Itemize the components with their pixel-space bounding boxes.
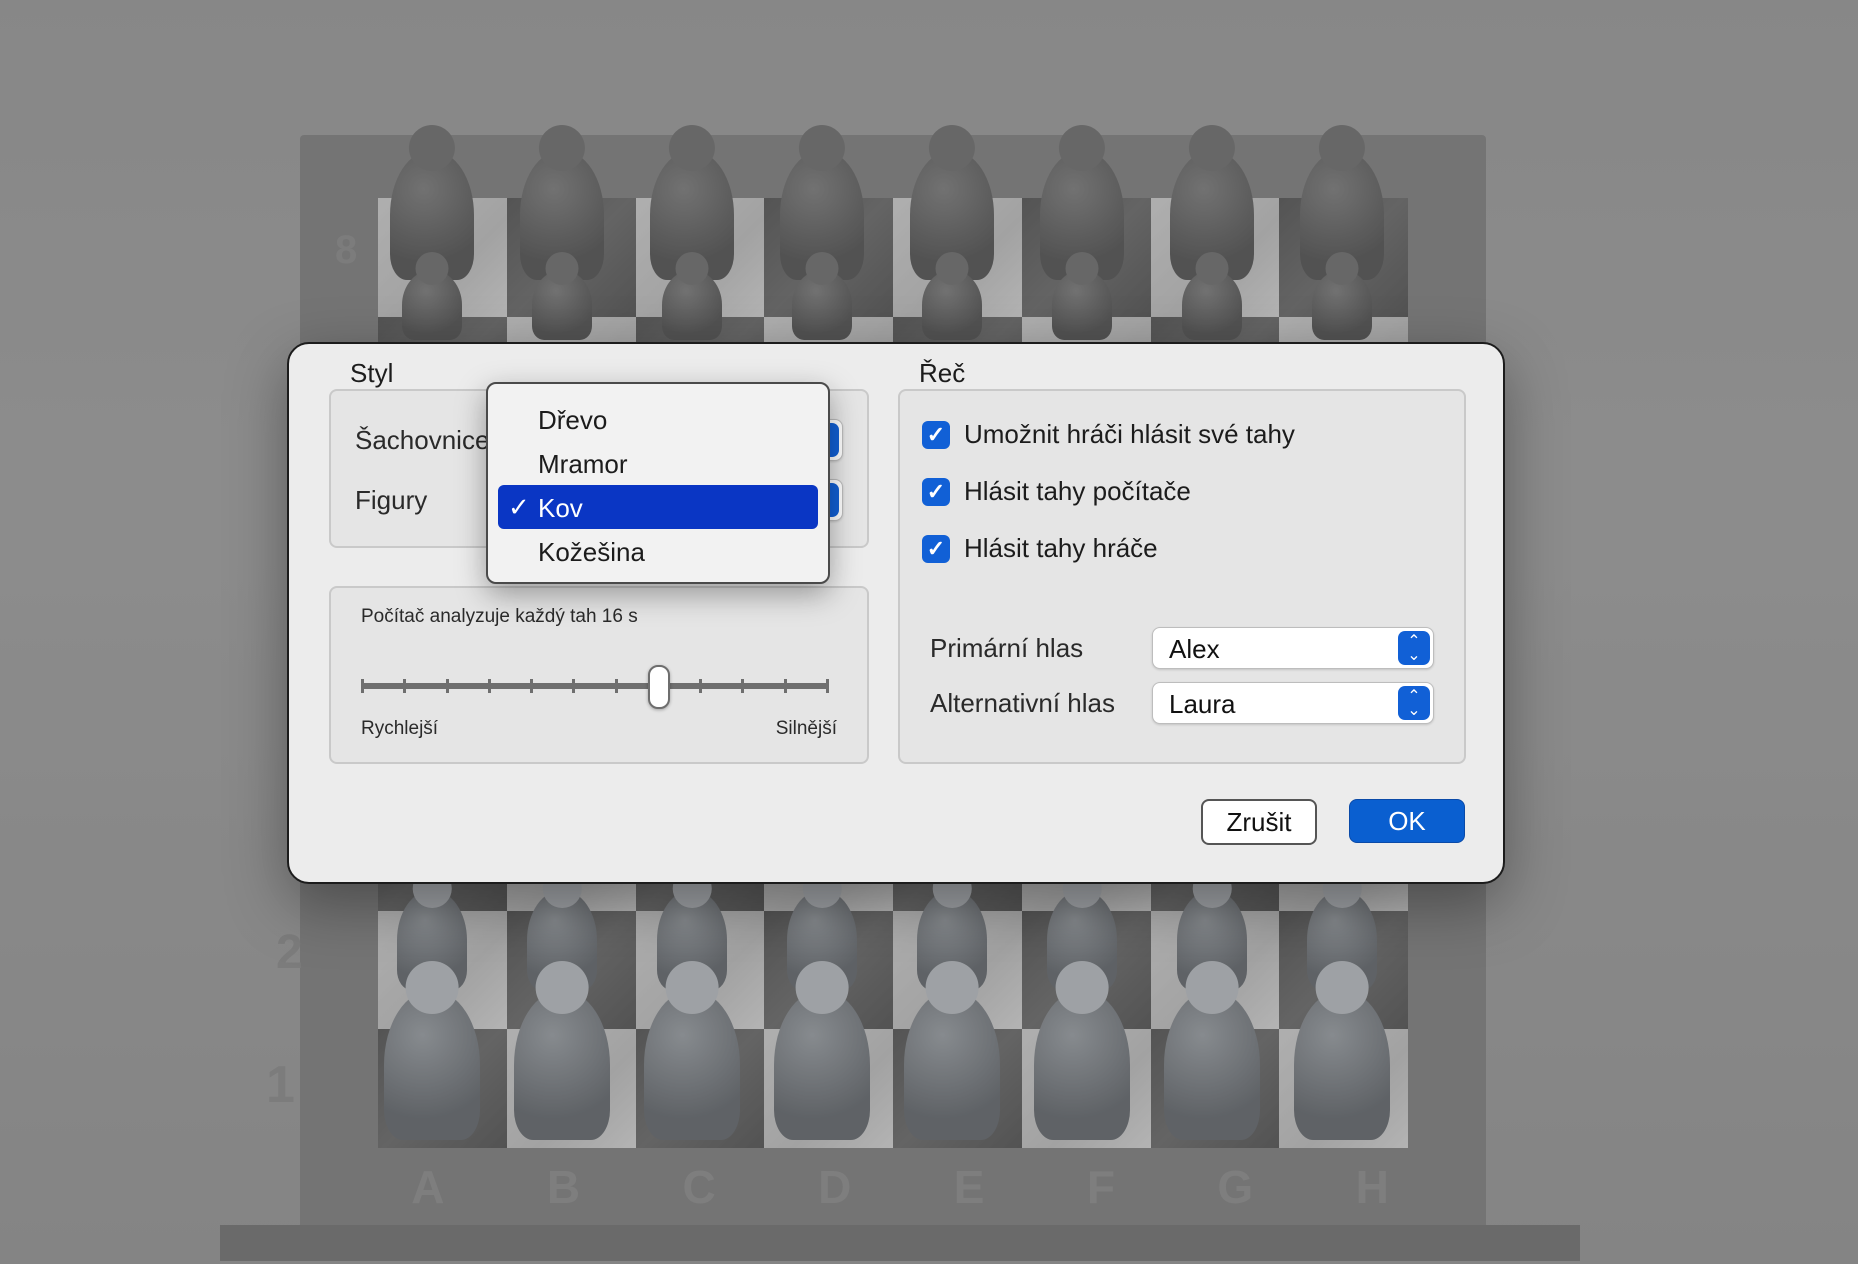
analysis-group: Počítač analyzuje každý tah 16 s Rychlej… — [329, 586, 869, 764]
menu-item-label: Kov — [538, 493, 583, 523]
menu-item-mramor[interactable]: Mramor — [498, 441, 818, 485]
board-style-label: Šachovnice — [355, 425, 490, 455]
slider-tick — [530, 679, 534, 693]
slider-tick — [614, 679, 618, 693]
primary-voice-value: Alex — [1169, 634, 1220, 664]
slider-tick — [487, 679, 491, 693]
cancel-button[interactable]: Zrušit — [1201, 799, 1317, 845]
alt-voice-popup[interactable]: Laura ⌃ ⌄ — [1152, 682, 1434, 724]
slider-min-label: Rychlejší — [361, 718, 439, 739]
slider-tick — [741, 679, 745, 693]
slider-tick — [572, 679, 576, 693]
alt-voice-label: Alternativní hlas — [930, 688, 1115, 718]
slider-tick — [403, 679, 407, 693]
checkmark-icon: ✓ — [508, 492, 530, 522]
speech-section-title: Řeč — [919, 358, 966, 388]
announce-computer-moves-checkbox[interactable]: ✓ Hlásit tahy počítače — [922, 476, 1191, 507]
primary-voice-label: Primární hlas — [930, 633, 1084, 663]
preferences-dialog: Styl Šachovnice ⌃⌄ Figury ⌃⌄ Počítač ana… — [287, 342, 1505, 884]
pieces-style-menu: Dřevo Mramor ✓ Kov Kožešina — [486, 382, 830, 584]
primary-voice-stepper-icon: ⌃ ⌄ — [1398, 631, 1430, 665]
menu-item-drevo[interactable]: Dřevo — [498, 397, 818, 441]
announce-player-moves-label: Hlásit tahy hráče — [964, 533, 1158, 563]
allow-player-announce-label: Umožnit hráči hlásit své tahy — [964, 419, 1295, 449]
menu-item-label: Mramor — [538, 449, 628, 479]
menu-item-kov[interactable]: ✓ Kov — [498, 485, 818, 529]
alt-voice-value: Laura — [1169, 689, 1236, 719]
speech-group: ✓ Umožnit hráči hlásit své tahy ✓ Hlásit… — [898, 389, 1466, 764]
ok-button[interactable]: OK — [1349, 799, 1465, 843]
menu-item-kozesina[interactable]: Kožešina — [498, 529, 818, 573]
checkbox-checked-icon: ✓ — [922, 477, 950, 506]
slider-tick — [361, 679, 364, 693]
checkbox-checked-icon: ✓ — [922, 534, 950, 563]
analysis-slider-track[interactable] — [361, 683, 829, 689]
analysis-slider-knob[interactable] — [647, 665, 670, 709]
menu-item-label: Kožešina — [538, 537, 645, 567]
slider-tick — [699, 679, 703, 693]
pieces-style-label: Figury — [355, 485, 428, 515]
menu-item-label: Dřevo — [538, 405, 608, 435]
announce-player-moves-checkbox[interactable]: ✓ Hlásit tahy hráče — [922, 533, 1158, 564]
alt-voice-stepper-icon: ⌃ ⌄ — [1398, 686, 1430, 720]
slider-tick — [445, 679, 449, 693]
primary-voice-popup[interactable]: Alex ⌃ ⌄ — [1152, 627, 1434, 669]
announce-computer-moves-label: Hlásit tahy počítače — [964, 476, 1191, 506]
slider-max-label: Silnější — [775, 718, 837, 739]
allow-player-announce-checkbox[interactable]: ✓ Umožnit hráči hlásit své tahy — [922, 419, 1295, 450]
slider-tick — [783, 679, 787, 693]
analysis-time-label: Počítač analyzuje každý tah 16 s — [361, 606, 638, 627]
checkbox-checked-icon: ✓ — [922, 420, 950, 449]
style-section-title: Styl — [350, 358, 394, 388]
slider-tick — [826, 679, 829, 693]
